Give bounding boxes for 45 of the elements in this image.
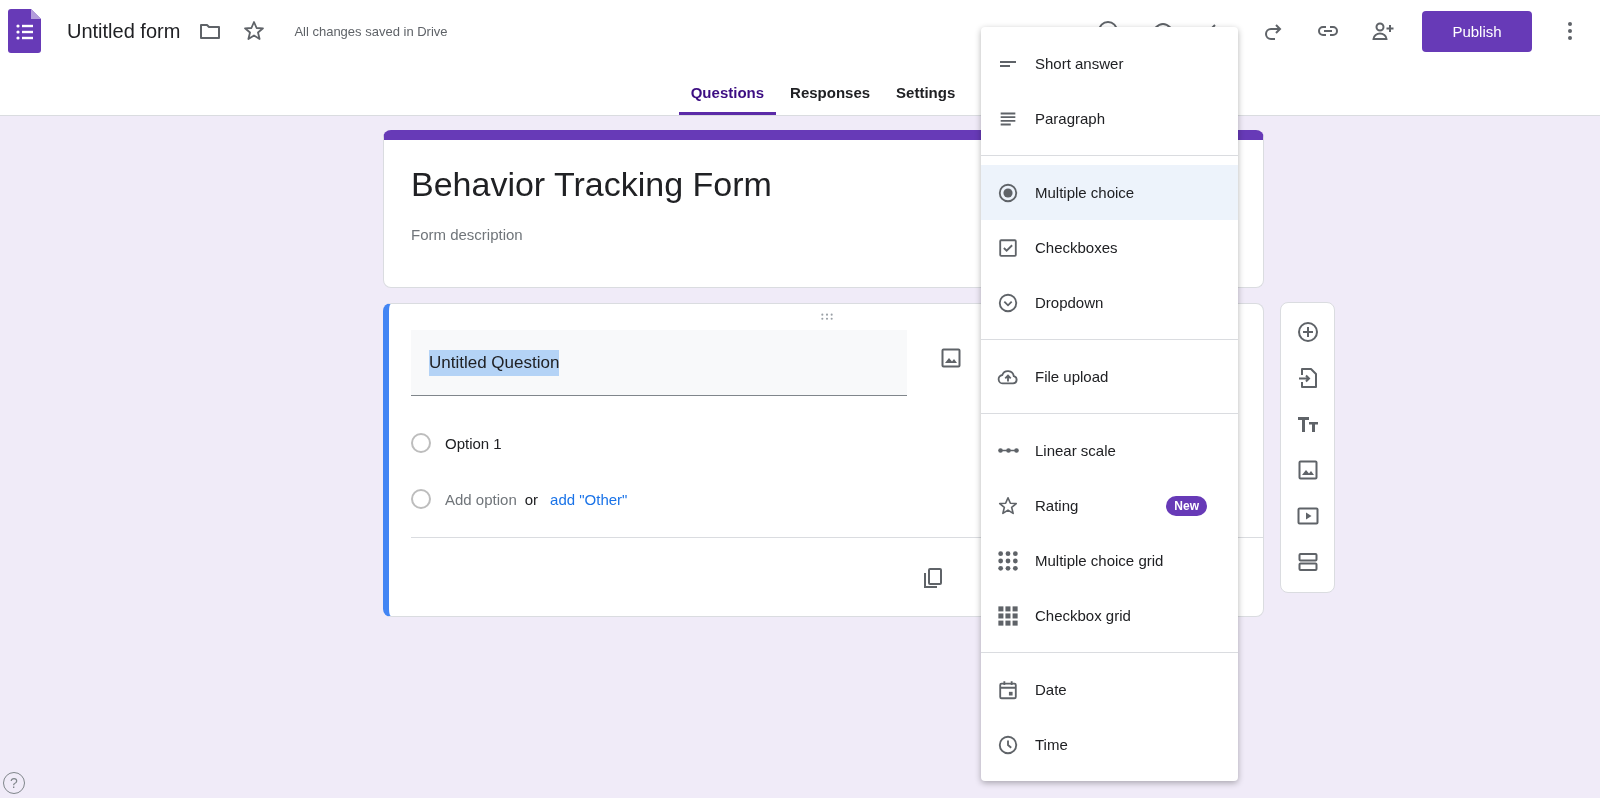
star-icon[interactable]: [242, 19, 267, 43]
or-text: or: [524, 490, 539, 508]
save-status: All changes saved in Drive: [294, 23, 448, 39]
calendar-icon: [997, 678, 1019, 701]
question-type-option[interactable]: Paragraph: [981, 91, 1238, 146]
checkbox-icon: [997, 236, 1019, 259]
chevron-circle-icon: [997, 291, 1019, 314]
tab[interactable]: Responses: [778, 62, 883, 115]
short-lines-icon: [999, 59, 1017, 68]
question-type-option[interactable]: Rating New: [981, 478, 1238, 533]
image-icon[interactable]: [1295, 458, 1320, 482]
radio-button[interactable]: [411, 489, 431, 509]
new-tag: New: [1166, 495, 1207, 516]
add-other-link[interactable]: add "Other": [550, 490, 628, 508]
tab[interactable]: Settings: [884, 62, 968, 115]
publish-button[interactable]: Publish: [1422, 10, 1532, 52]
dot-grid-icon: [997, 549, 1019, 572]
radio-button[interactable]: [411, 433, 431, 453]
add-question-icon[interactable]: [1295, 320, 1320, 344]
dotted-line-icon: [997, 448, 1019, 453]
clock-icon: [997, 733, 1019, 756]
add-option-text[interactable]: Add option: [445, 490, 517, 508]
question-type-option[interactable]: Linear scale: [981, 423, 1238, 478]
question-type-option[interactable]: File upload: [981, 349, 1238, 404]
question-title-field[interactable]: Untitled Question: [411, 330, 907, 396]
radio-button-icon: [997, 181, 1019, 204]
question-type-option[interactable]: Short answer: [981, 36, 1238, 91]
duplicate-icon[interactable]: [921, 566, 945, 590]
question-type-option[interactable]: Date: [981, 662, 1238, 717]
forms-logo-icon[interactable]: [8, 9, 41, 53]
add-image-icon[interactable]: [939, 346, 963, 370]
square-grid-icon: [997, 604, 1019, 627]
question-type-option[interactable]: Multiple choice: [981, 165, 1238, 220]
section-icon[interactable]: [1295, 550, 1320, 574]
option-text[interactable]: Option 1: [445, 434, 502, 452]
tab[interactable]: Questions: [678, 62, 777, 115]
question-type-option[interactable]: Multiple choice grid: [981, 533, 1238, 588]
form-name[interactable]: Untitled form: [67, 19, 181, 43]
form-description-field[interactable]: Form description: [411, 226, 523, 243]
question-type-option[interactable]: Checkboxes: [981, 220, 1238, 275]
question-type-option[interactable]: Checkbox grid: [981, 588, 1238, 643]
question-type-option[interactable]: Dropdown: [981, 275, 1238, 330]
star-icon: [997, 494, 1019, 517]
form-heading[interactable]: Behavior Tracking Form: [411, 162, 772, 206]
question-type-option[interactable]: Time: [981, 717, 1238, 772]
